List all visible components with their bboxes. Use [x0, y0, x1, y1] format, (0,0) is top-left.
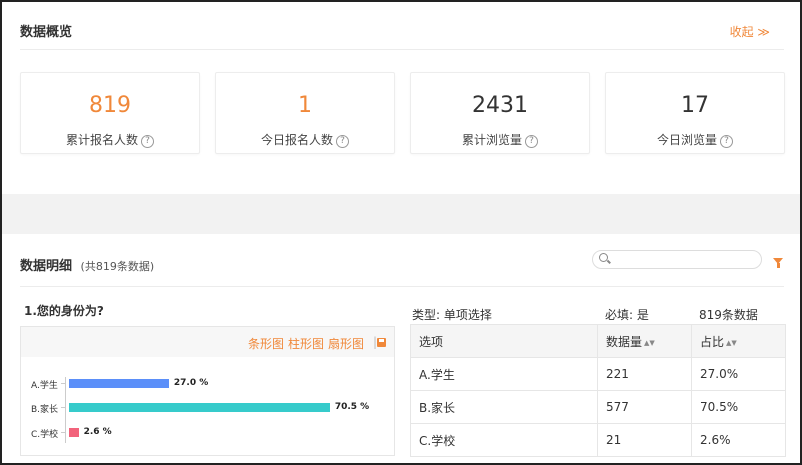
search-icon [599, 253, 608, 262]
chart-toolbar: 条形图 柱形图 扇形图 | [21, 327, 394, 357]
table-row: C.学校 21 2.6% [410, 423, 786, 457]
category-label: A.学生 [31, 381, 58, 391]
category-label: C.学校 [31, 430, 59, 440]
pie-chart-tab[interactable]: 扇形图 [328, 335, 364, 352]
axis-tick [61, 407, 65, 408]
sort-icon[interactable]: ▲▼ [726, 339, 737, 347]
stat-card-today-signups: 1 今日报名人数? [215, 72, 395, 154]
stat-card-today-views: 17 今日浏览量? [605, 72, 785, 154]
stat-label: 累计浏览量 [461, 133, 522, 147]
stat-value: 17 [681, 93, 709, 118]
filter-icon[interactable] [773, 258, 783, 268]
cell: A.学生 [410, 357, 598, 391]
chart-bar[interactable] [69, 428, 79, 437]
cell: 221 [597, 357, 692, 391]
chart-axis [65, 377, 66, 443]
cell: 577 [597, 390, 692, 424]
axis-tick [61, 432, 65, 433]
bar-value-label: 2.6 % [83, 427, 112, 437]
question-title: 1.您的身份为? [24, 304, 104, 318]
divider [20, 286, 784, 287]
stat-value: 2431 [472, 93, 528, 118]
overview-panel: 数据概览 收起 ≫ 819 累计报名人数? 1 今日报名人数? 2431 累计浏… [2, 2, 800, 194]
help-icon[interactable]: ? [336, 135, 349, 148]
bar-value-label: 70.5 % [334, 402, 370, 412]
help-icon[interactable]: ? [141, 135, 154, 148]
cell: 2.6% [691, 423, 786, 457]
category-label: B.家长 [31, 405, 59, 415]
question-count: 819条数据 [699, 308, 758, 322]
stat-card-total-views: 2431 累计浏览量? [410, 72, 590, 154]
cell: B.家长 [410, 390, 598, 424]
detail-title: 数据明细 (共819条数据) [20, 255, 154, 274]
bar-value-label: 27.0 % [173, 378, 209, 388]
bar-chart-h-tab[interactable]: 条形图 [248, 335, 284, 352]
divider [20, 49, 784, 50]
col-option: 选项 [410, 324, 598, 358]
save-icon[interactable] [377, 338, 386, 347]
col-count[interactable]: 数据量 ▲▼ [597, 324, 692, 358]
table-row: A.学生 221 27.0% [410, 357, 786, 391]
detail-title-text: 数据明细 [20, 259, 73, 274]
stat-card-total-signups: 819 累计报名人数? [20, 72, 200, 154]
result-table: 选项 数据量 ▲▼ 占比 ▲▼ A.学生 221 27.0% B.家长 577 70… [410, 324, 786, 457]
stat-value: 819 [89, 93, 131, 118]
help-icon[interactable]: ? [525, 135, 538, 148]
question-required: 必填: 是 [605, 308, 649, 322]
overview-title: 数据概览 [20, 25, 73, 40]
col-ratio-label: 占比 [700, 334, 725, 349]
stat-label: 累计报名人数 [65, 133, 138, 147]
cell: 27.0% [691, 357, 786, 391]
cell: 70.5% [691, 390, 786, 424]
table-header-row: 选项 数据量 ▲▼ 占比 ▲▼ [410, 324, 786, 358]
stat-label: 今日浏览量 [656, 133, 717, 147]
table-row: B.家长 577 70.5% [410, 390, 786, 424]
chart-panel: 条形图 柱形图 扇形图 | A.学生 27.0 % B.家长 70.5 % C.学校 2.… [20, 326, 395, 456]
stat-label: 今日报名人数 [260, 133, 333, 147]
cell: 21 [597, 423, 692, 457]
col-count-label: 数据量 [606, 334, 643, 349]
detail-count: (共819条数据) [80, 260, 155, 273]
axis-tick [61, 383, 65, 384]
chart-bar[interactable] [69, 403, 330, 412]
question-type: 类型: 单项选择 [412, 308, 492, 322]
sort-icon[interactable]: ▲▼ [644, 339, 655, 347]
cell: C.学校 [410, 423, 598, 457]
col-ratio[interactable]: 占比 ▲▼ [691, 324, 786, 358]
collapse-button[interactable]: 收起 ≫ [730, 23, 770, 40]
chart-bar[interactable] [69, 379, 169, 388]
search-input[interactable] [592, 250, 762, 269]
section-gap [2, 194, 800, 234]
bar-chart-v-tab[interactable]: 柱形图 [288, 335, 324, 352]
stat-value: 1 [298, 93, 312, 118]
help-icon[interactable]: ? [720, 135, 733, 148]
